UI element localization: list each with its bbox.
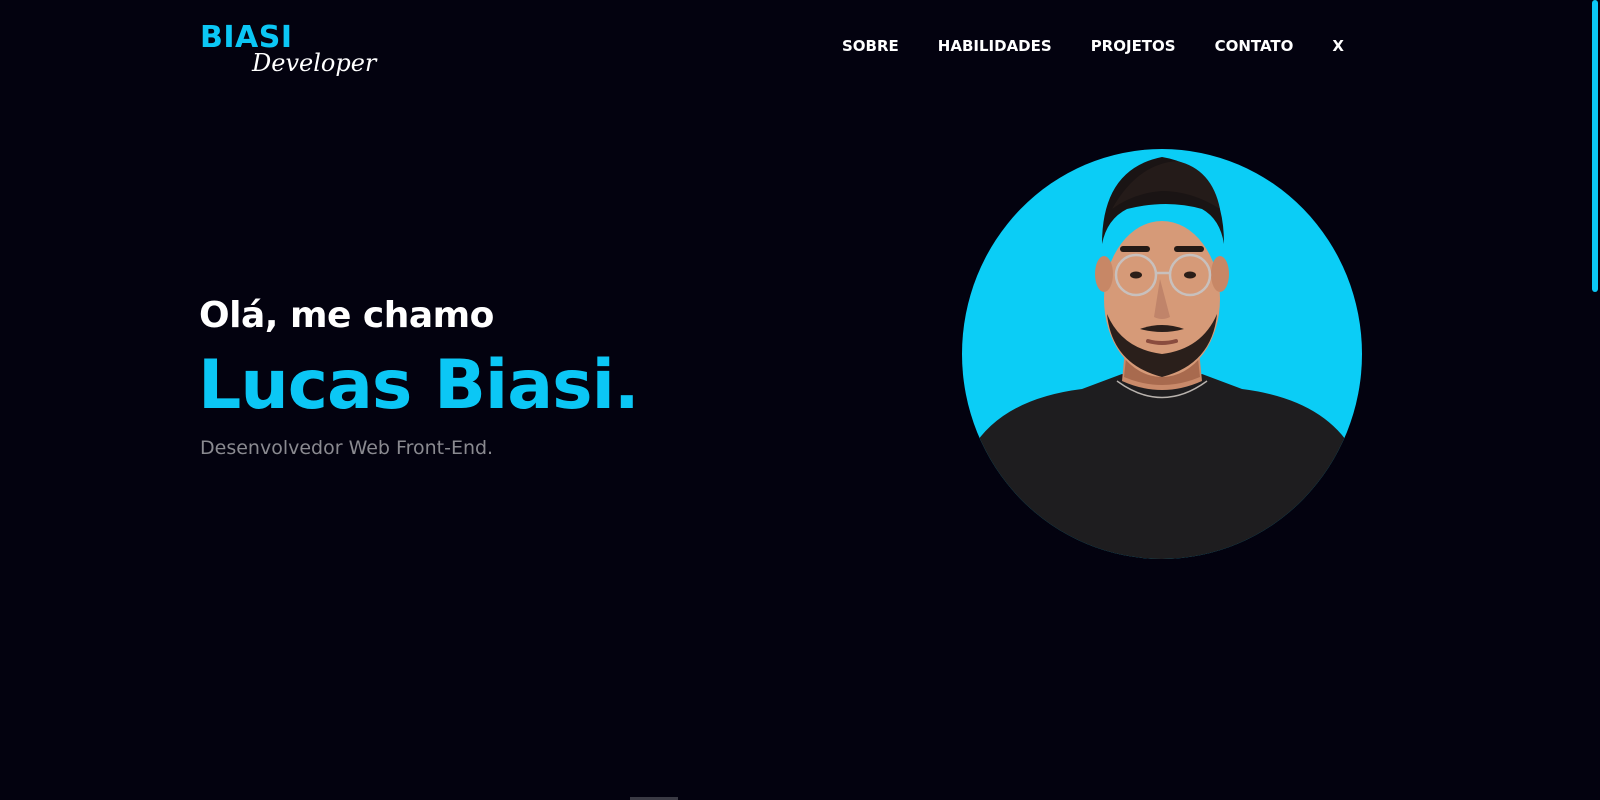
avatar xyxy=(962,149,1362,559)
hero-name: Lucas Biasi. xyxy=(198,346,640,425)
nav-item-habilidades[interactable]: HABILIDADES xyxy=(938,36,1052,56)
profile-photo-icon xyxy=(962,157,1362,559)
scrollbar-thumb[interactable] xyxy=(1592,0,1598,292)
main-nav: SOBRE HABILIDADES PROJETOS CONTATO X xyxy=(803,36,1344,56)
logo-sub-text: Developer xyxy=(252,49,377,77)
nav-item-contato[interactable]: CONTATO xyxy=(1215,36,1294,56)
page: BIASI Developer SOBRE HABILIDADES PROJET… xyxy=(0,0,1600,800)
hero-greeting: Olá, me chamo xyxy=(199,295,494,336)
nav-item-close[interactable]: X xyxy=(1332,36,1344,56)
scrollbar[interactable] xyxy=(1590,0,1600,800)
nav-item-projetos[interactable]: PROJETOS xyxy=(1091,36,1176,56)
nav-item-sobre[interactable]: SOBRE xyxy=(842,36,899,56)
logo[interactable]: BIASI Developer xyxy=(200,20,376,80)
hero-role: Desenvolvedor Web Front-End. xyxy=(200,437,494,459)
